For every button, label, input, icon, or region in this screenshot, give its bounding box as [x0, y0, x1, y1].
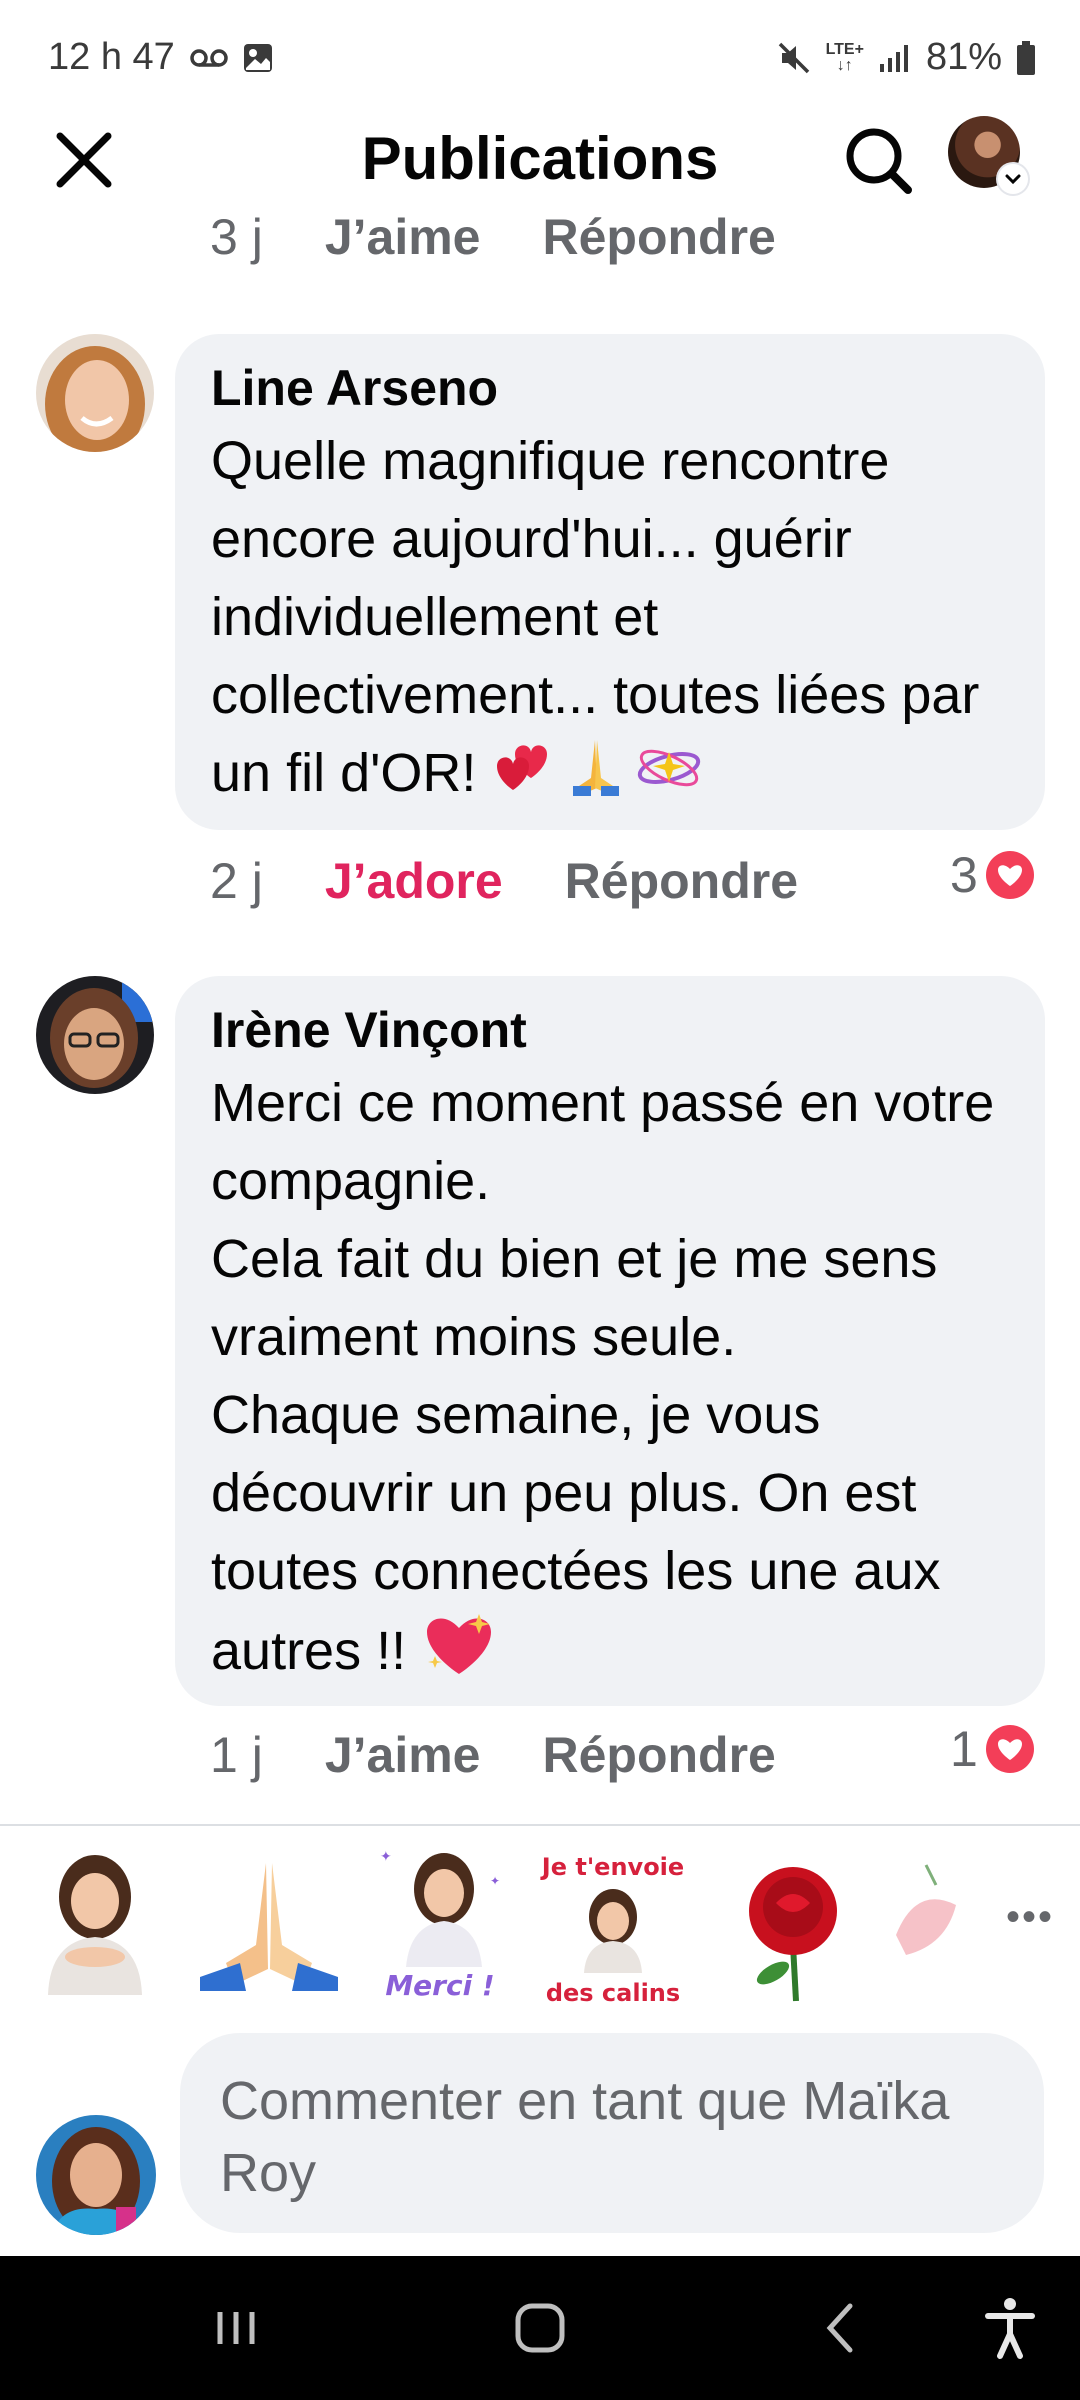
- comment-actions: 2 j J’adore Répondre: [210, 852, 860, 910]
- status-time: 12 h 47: [48, 36, 175, 78]
- reaction-count: 3: [950, 847, 978, 903]
- reaction-summary[interactable]: 1: [950, 1720, 1034, 1778]
- comment-line: Merci ce moment passé en votre compagnie…: [211, 1073, 995, 1211]
- recent-apps-button[interactable]: [196, 2296, 276, 2360]
- divider: [0, 1824, 1080, 1826]
- sticker-woman-hug[interactable]: [20, 1845, 170, 2005]
- profile-switcher-button[interactable]: [948, 116, 1028, 194]
- status-left-icons: [190, 42, 274, 74]
- comment-text: Merci ce moment passé en votre compagnie…: [211, 1064, 1009, 1699]
- avatar[interactable]: [36, 976, 154, 1094]
- comment-line: Chaque semaine, je vous découvrir un peu…: [211, 1385, 941, 1681]
- sticker-folded-hands[interactable]: [194, 1845, 344, 2005]
- search-icon: [846, 128, 912, 194]
- search-button[interactable]: [838, 120, 918, 200]
- sparkling-heart-icon: [421, 1610, 497, 1699]
- reaction-count: 1: [950, 1721, 978, 1777]
- more-icon: •••: [1005, 1895, 1054, 1939]
- gallery-icon: [244, 44, 272, 72]
- reply-button[interactable]: Répondre: [542, 1726, 775, 1784]
- comment-bubble: Irène Vinçont Merci ce moment passé en v…: [175, 976, 1045, 1706]
- comment-time: 3 j: [210, 209, 263, 265]
- page-title: Publications: [361, 125, 719, 192]
- status-bar: 12 h 47 LTE+ ↓↑ 81%: [0, 0, 1080, 110]
- more-stickers-button[interactable]: •••: [1006, 1895, 1054, 1940]
- like-button[interactable]: J’aime: [325, 208, 481, 266]
- reaction-button[interactable]: J’adore: [325, 852, 503, 910]
- signal-icon: [879, 44, 908, 72]
- accessibility-button[interactable]: [970, 2296, 1050, 2360]
- comment-time: 2 j: [210, 853, 263, 909]
- system-nav-bar: [0, 2256, 1080, 2400]
- comment-input[interactable]: Commenter en tant que Maïka Roy: [180, 2033, 1044, 2233]
- sticker-label: Merci !: [385, 1969, 494, 2002]
- network-type: LTE+ ↓↑: [825, 40, 864, 74]
- sticker-red-rose[interactable]: [718, 1845, 868, 2005]
- svg-text:✦: ✦: [490, 1874, 500, 1888]
- previous-comment-actions: 3 j J’aime Répondre: [210, 208, 838, 266]
- comment-line: Cela fait du bien et je me sens vraiment…: [211, 1229, 938, 1367]
- folded-hands-icon: [561, 734, 631, 819]
- heart-icon: [985, 851, 1034, 899]
- svg-text:✦: ✦: [380, 1849, 392, 1865]
- sparkles-orbit-icon: [631, 734, 707, 819]
- battery-icon: [1017, 40, 1035, 75]
- back-button[interactable]: [800, 2296, 880, 2360]
- sticker-label: Je t'envoie: [540, 1853, 684, 1881]
- comment-time: 1 j: [210, 1727, 263, 1783]
- heart-icon: [985, 1725, 1034, 1773]
- comment-text: Quelle magnifique rencontre encore aujou…: [211, 422, 1009, 819]
- sticker-calins[interactable]: Je t'envoie des calins: [538, 1845, 688, 2007]
- reply-button[interactable]: Répondre: [542, 208, 775, 266]
- comment-bubble: Line Arseno Quelle magnifique rencontre …: [175, 334, 1045, 830]
- home-button[interactable]: [500, 2296, 580, 2360]
- like-button[interactable]: J’aime: [325, 1726, 481, 1784]
- comment-actions: 1 j J’aime Répondre: [210, 1726, 838, 1784]
- avatar[interactable]: [36, 334, 154, 452]
- chevron-down-icon: [998, 164, 1028, 194]
- reaction-summary[interactable]: 3: [950, 846, 1034, 904]
- battery-percent: 81%: [925, 36, 1002, 78]
- back-icon: [826, 2303, 853, 2353]
- accessibility-icon: [985, 2298, 1035, 2359]
- mute-icon: [778, 42, 809, 73]
- comment-author[interactable]: Irène Vinçont: [211, 996, 1009, 1064]
- comment-author[interactable]: Line Arseno: [211, 354, 1009, 422]
- reply-button[interactable]: Répondre: [565, 852, 798, 910]
- sticker-peace-dove[interactable]: [886, 1845, 966, 2005]
- home-icon: [515, 2303, 565, 2353]
- sticker-merci[interactable]: ✦ ✦ Merci !: [366, 1845, 516, 2005]
- status-right: LTE+ ↓↑ 81%: [776, 36, 1036, 79]
- sticker-tray: ✦ ✦ Merci ! Je t'envoie des calins •••: [0, 1835, 1080, 2015]
- avatar: [36, 2115, 156, 2235]
- two-hearts-icon: [491, 734, 561, 819]
- app-header: Publications: [0, 110, 1080, 210]
- sticker-label: des calins: [546, 1979, 680, 2005]
- recent-apps-icon: [217, 2312, 255, 2344]
- voicemail-icon: [190, 49, 228, 67]
